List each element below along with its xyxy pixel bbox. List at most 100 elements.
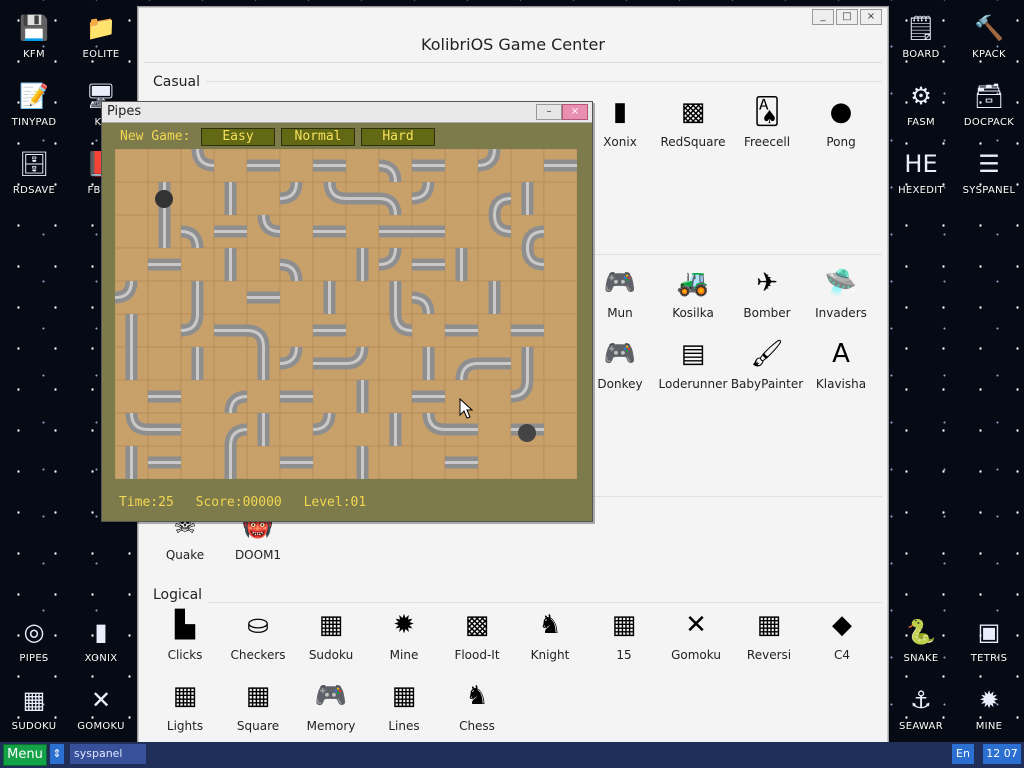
game-freecell[interactable]: 🂡 Freecell [730, 95, 804, 149]
game-klavisha[interactable]: A Klavisha [804, 337, 878, 391]
score-value: 00000 [242, 495, 282, 510]
game-label: RedSquare [660, 135, 726, 149]
game-invaders[interactable]: 🛸 Invaders [804, 266, 878, 320]
desktop-icon-fasm[interactable]: ⚙ FASM [887, 73, 955, 141]
game-label: C4 [833, 648, 850, 662]
gomoku-icon: ✕ [90, 686, 112, 714]
pipes-game-board[interactable] [115, 149, 577, 479]
window-title: KolibriOS Game Center [421, 35, 605, 54]
desktop-icon-docpack[interactable]: 🗃 DOCPACK [955, 73, 1023, 141]
game-label: Knight [530, 648, 570, 662]
status-bar: Time:25 Score:00000 Level:01 [119, 495, 380, 510]
level-value: 01 [350, 495, 367, 510]
game-flood-it[interactable]: ▩ Flood-It [440, 608, 514, 662]
xonix-icon: ▮ [612, 97, 628, 127]
minimize-button[interactable]: _ [812, 9, 834, 25]
floppy-disk-icon: 💾 [19, 14, 49, 42]
language-indicator[interactable]: En [952, 744, 974, 764]
desktop-icon-sudoku[interactable]: ▦ SUDOKU [0, 677, 68, 745]
desktop-icon-label: PIPES [19, 653, 49, 664]
game-lights[interactable]: ▦ Lights [148, 679, 222, 733]
desktop-icon-tetris[interactable]: ▣ TETRIS [955, 609, 1023, 677]
game-bomber[interactable]: ✈ Bomber [730, 266, 804, 320]
game-kosilka[interactable]: 🚜 Kosilka [656, 266, 730, 320]
menu-button[interactable]: Menu [3, 744, 47, 766]
switch-icon[interactable]: ⇕ [50, 744, 64, 764]
game-clicks[interactable]: ▙ Clicks [148, 608, 222, 662]
desktop-icon-kpack[interactable]: 🔨 KPACK [955, 5, 1023, 73]
easy-button[interactable]: Easy [201, 128, 275, 146]
game-mun[interactable]: 🎮 Mun [583, 266, 657, 320]
game-xonix[interactable]: ▮ Xonix [583, 95, 657, 149]
desktop-icon-seawar[interactable]: ⚓ SEAWAR [887, 677, 955, 745]
window-controls: _ □ × [812, 9, 882, 25]
desktop-icon-label: KFM [23, 49, 45, 60]
game-sudoku[interactable]: ▦ Sudoku [294, 608, 368, 662]
taskbar: Menu ⇕ syspanel En 12 07 [0, 742, 1024, 768]
score-status: Score:00000 [196, 495, 282, 510]
desktop-icon-kfm[interactable]: 💾 KFM [0, 5, 68, 73]
lines-icon: ▦ [391, 681, 417, 711]
lights-icon: ▦ [172, 681, 198, 711]
desktop-icon-rdsave[interactable]: 🗄 RDSAVE [0, 141, 68, 209]
desktop-icon-pipes[interactable]: ◎ PIPES [0, 609, 68, 677]
game-label: Sudoku [308, 648, 354, 662]
game-label: Mine [389, 648, 419, 662]
clicks-icon: ▙ [175, 610, 195, 640]
desktop-icon-tinypad[interactable]: 📝 TINYPAD [0, 73, 68, 141]
game-c4[interactable]: ◆ C4 [805, 608, 879, 662]
c4-icon: ◆ [832, 610, 852, 640]
close-button[interactable]: × [860, 9, 882, 25]
game-loderunner[interactable]: ▤ Loderunner [656, 337, 730, 391]
fasm-icon: ⚙ [910, 82, 932, 110]
maximize-button[interactable]: □ [836, 9, 858, 25]
game-memory[interactable]: 🎮 Memory [294, 679, 368, 733]
game-knight[interactable]: ♞ Knight [513, 608, 587, 662]
game-gomoku[interactable]: ✕ Gomoku [659, 608, 733, 662]
loderunner-icon: ▤ [680, 339, 706, 369]
normal-button[interactable]: Normal [281, 128, 355, 146]
desktop-icon-label: BOARD [902, 49, 940, 60]
game-chess[interactable]: ♞ Chess [440, 679, 514, 733]
hard-button[interactable]: Hard [361, 128, 435, 146]
pipes-titlebar[interactable]: Pipes – × [102, 102, 592, 123]
game-babypainter[interactable]: 🖌 BabyPainter [730, 337, 804, 391]
time-status: Time:25 [119, 495, 174, 510]
desktop-icon-gomoku[interactable]: ✕ GOMOKU [67, 677, 135, 745]
tetris-icon: ▣ [977, 618, 1001, 646]
game-pong[interactable]: ● Pong [804, 95, 878, 149]
reversi-icon: ▦ [756, 610, 782, 640]
game-label: Square [236, 719, 280, 733]
game-square[interactable]: ▦ Square [221, 679, 295, 733]
pipes-minimize-button[interactable]: – [536, 104, 562, 120]
game-label: Clicks [167, 648, 203, 662]
game-15[interactable]: ▦ 15 [587, 608, 661, 662]
desktop-icon-board[interactable]: 🗒 BOARD [887, 5, 955, 73]
desktop-icon-xonix[interactable]: ▮ XONIX [67, 609, 135, 677]
desktop-icon-snake[interactable]: 🐍 SNAKE [887, 609, 955, 677]
desktop-icon-label: MINE [975, 721, 1003, 732]
mine-icon: ✹ [978, 686, 1000, 714]
pipes-close-button[interactable]: × [562, 104, 588, 120]
desktop-icon-eolite[interactable]: 📁 EOLITE [67, 5, 135, 73]
game-mine[interactable]: ✹ Mine [367, 608, 441, 662]
game-label: Xonix [603, 135, 637, 149]
desktop-icon-mine[interactable]: ✹ MINE [955, 677, 1023, 745]
game-label: Reversi [746, 648, 792, 662]
game-donkey[interactable]: 🎮 Donkey [583, 337, 657, 391]
hammer-icon: 🔨 [974, 14, 1004, 42]
square-icon: ▦ [245, 681, 271, 711]
mun-icon: 🎮 [603, 268, 637, 298]
game-reversi[interactable]: ▦ Reversi [732, 608, 806, 662]
taskbar-item-syspanel[interactable]: syspanel [70, 744, 146, 764]
desktop-icon-label: SEAWAR [899, 721, 943, 732]
game-redsquare[interactable]: ▩ RedSquare [656, 95, 730, 149]
desktop-icon-syspanel[interactable]: ☰ SYSPANEL [955, 141, 1023, 209]
game-label: Donkey [597, 377, 643, 391]
casual-divider [152, 81, 882, 82]
game-checkers[interactable]: ⛀ Checkers [221, 608, 295, 662]
desktop-icon-hexedit[interactable]: HE HEXEDIT [887, 141, 955, 209]
game-label: Klavisha [815, 377, 867, 391]
pong-icon: ● [829, 97, 853, 127]
game-lines[interactable]: ▦ Lines [367, 679, 441, 733]
